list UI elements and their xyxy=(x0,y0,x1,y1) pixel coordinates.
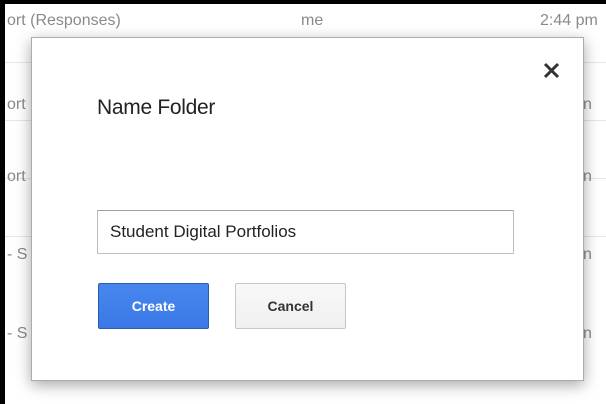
name-folder-dialog: Name Folder Create Cancel xyxy=(31,37,584,381)
dialog-title: Name Folder xyxy=(97,96,216,119)
folder-name-input[interactable] xyxy=(97,210,514,254)
file-modified-time: n xyxy=(583,96,592,113)
close-button[interactable] xyxy=(541,60,563,82)
close-icon xyxy=(543,62,560,79)
file-modified-time: 2:44 pm xyxy=(540,12,598,29)
cancel-button[interactable]: Cancel xyxy=(235,283,346,329)
file-name: ort (Responses) xyxy=(7,12,121,29)
file-modified-time: n xyxy=(583,325,592,342)
frame-border-top xyxy=(0,0,606,4)
file-name: - S xyxy=(7,325,28,342)
file-name: ort xyxy=(7,96,26,113)
file-owner: me xyxy=(301,12,324,29)
frame-border-left xyxy=(0,0,5,404)
create-button[interactable]: Create xyxy=(98,283,209,329)
